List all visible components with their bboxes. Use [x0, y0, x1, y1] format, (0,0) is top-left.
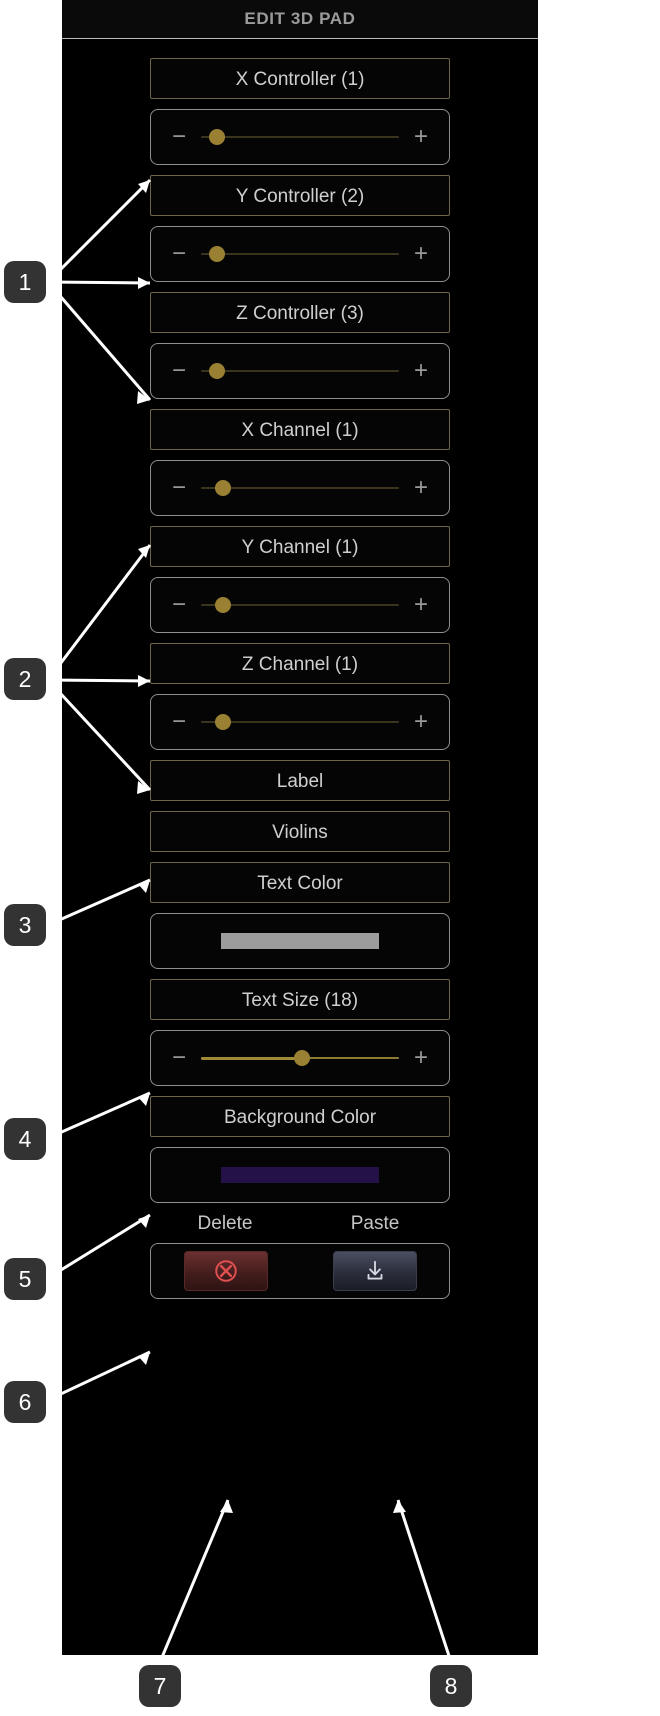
plus-icon[interactable]: +: [407, 710, 435, 734]
delete-label: Delete: [197, 1213, 253, 1234]
y-controller-slider-row: − +: [150, 226, 450, 282]
z-controller-row[interactable]: Z Controller (3): [150, 292, 450, 333]
plus-icon[interactable]: +: [407, 1046, 435, 1070]
slider-thumb[interactable]: [214, 714, 231, 730]
annotation-badge-5: 5: [4, 1258, 46, 1300]
paste-label: Paste: [350, 1213, 400, 1234]
minus-icon[interactable]: −: [165, 242, 193, 266]
x-controller-slider-row: − +: [150, 109, 450, 165]
y-channel-slider-track[interactable]: [201, 594, 399, 616]
text-color-swatch-row[interactable]: [150, 913, 450, 969]
slider-track: [201, 370, 399, 372]
slider-thumb[interactable]: [208, 129, 225, 145]
slider-thumb[interactable]: [208, 363, 225, 379]
y-controller-row[interactable]: Y Controller (2): [150, 175, 450, 216]
plus-icon[interactable]: +: [407, 593, 435, 617]
minus-icon[interactable]: −: [165, 359, 193, 383]
minus-icon[interactable]: −: [165, 476, 193, 500]
slider-track: [201, 253, 399, 255]
background-color-field-row[interactable]: Background Color: [150, 1096, 450, 1137]
text-color-swatch[interactable]: [221, 933, 379, 949]
x-channel-row[interactable]: X Channel (1): [150, 409, 450, 450]
annotation-badge-6: 6: [4, 1381, 46, 1423]
background-color-swatch[interactable]: [221, 1167, 379, 1183]
z-controller-slider-row: − +: [150, 343, 450, 399]
slider-thumb[interactable]: [214, 480, 231, 496]
plus-icon[interactable]: +: [407, 359, 435, 383]
slider-fill: [201, 1056, 302, 1060]
annotation-badge-8: 8: [430, 1665, 472, 1707]
z-channel-slider-track[interactable]: [201, 711, 399, 733]
slider-thumb[interactable]: [208, 246, 225, 262]
minus-icon[interactable]: −: [165, 593, 193, 617]
text-size-slider-row: − +: [150, 1030, 450, 1086]
action-button-row: [150, 1243, 450, 1299]
x-channel-slider-track[interactable]: [201, 477, 399, 499]
edit-3d-pad-panel: EDIT 3D PAD X Controller (1) − + Y Controll…: [62, 0, 538, 1655]
plus-icon[interactable]: +: [407, 476, 435, 500]
delete-circle-x-icon: [214, 1260, 237, 1282]
minus-icon[interactable]: −: [165, 125, 193, 149]
delete-button[interactable]: [183, 1251, 268, 1291]
label-value-row[interactable]: Violins: [150, 811, 450, 852]
slider-thumb[interactable]: [214, 597, 231, 613]
paste-button[interactable]: [332, 1251, 417, 1291]
y-controller-slider-track[interactable]: [201, 243, 399, 265]
action-labels: Delete Paste: [150, 1213, 450, 1235]
x-channel-slider-row: − +: [150, 460, 450, 516]
background-color-swatch-row[interactable]: [150, 1147, 450, 1203]
text-size-field-row[interactable]: Text Size (18): [150, 979, 450, 1020]
y-channel-row[interactable]: Y Channel (1): [150, 526, 450, 567]
annotation-badge-3: 3: [4, 904, 46, 946]
minus-icon[interactable]: −: [165, 1046, 193, 1070]
text-size-slider-track[interactable]: [201, 1047, 399, 1069]
annotation-badge-4: 4: [4, 1118, 46, 1160]
delete-cell: [151, 1251, 300, 1291]
slider-track: [201, 136, 399, 138]
x-controller-slider-track[interactable]: [201, 126, 399, 148]
z-channel-row[interactable]: Z Channel (1): [150, 643, 450, 684]
slider-thumb[interactable]: [293, 1050, 310, 1066]
plus-icon[interactable]: +: [407, 125, 435, 149]
label-field-row[interactable]: Label: [150, 760, 450, 801]
paste-cell: [300, 1251, 449, 1291]
plus-icon[interactable]: +: [407, 242, 435, 266]
annotation-badge-7: 7: [139, 1665, 181, 1707]
z-channel-slider-row: − +: [150, 694, 450, 750]
download-arrow-icon: [367, 1260, 382, 1280]
y-channel-slider-row: − +: [150, 577, 450, 633]
annotation-badge-2: 2: [4, 658, 46, 700]
page-title: EDIT 3D PAD: [62, 0, 538, 39]
minus-icon[interactable]: −: [165, 710, 193, 734]
panel-body: X Controller (1) − + Y Controller (2) − + Z Co…: [62, 39, 538, 1203]
x-controller-row[interactable]: X Controller (1): [150, 58, 450, 99]
annotation-badge-1: 1: [4, 261, 46, 303]
z-controller-slider-track[interactable]: [201, 360, 399, 382]
text-color-field-row[interactable]: Text Color: [150, 862, 450, 903]
